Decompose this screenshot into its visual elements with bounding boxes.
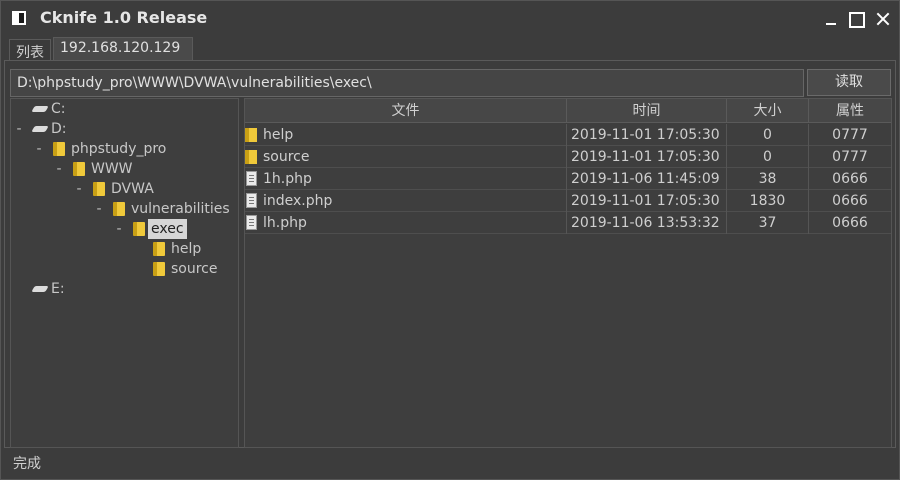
- tree-item-exec[interactable]: - exec: [11, 219, 238, 239]
- tab-list[interactable]: 列表: [9, 39, 51, 61]
- tab-host[interactable]: 192.168.120.129: [53, 37, 193, 61]
- tree-item-dvwa[interactable]: - DVWA: [11, 179, 238, 199]
- cell-name: help: [245, 124, 567, 146]
- tree-item-label: vulnerabilities: [131, 201, 230, 217]
- folder-icon: [153, 262, 165, 276]
- table-row[interactable]: help 2019-11-01 17:05:30 0 0777: [245, 124, 891, 146]
- file-name: source: [263, 149, 310, 165]
- app-icon: [12, 11, 26, 25]
- minimize-button[interactable]: [821, 9, 841, 29]
- cell-name: source: [245, 146, 567, 168]
- drive-icon: [31, 106, 49, 112]
- tree-item-label: E:: [51, 281, 65, 297]
- table-header: 文件 时间 大小 属性: [245, 99, 891, 123]
- table-row[interactable]: lh.php 2019-11-06 13:53:32 37 0666: [245, 212, 891, 234]
- file-icon: [246, 171, 257, 186]
- drive-icon: [31, 126, 49, 132]
- file-table[interactable]: 文件 时间 大小 属性 help 2019-11-01 17:05:30 0 0…: [244, 98, 892, 448]
- tree-item-c-drive[interactable]: C:: [11, 99, 238, 119]
- cell-attr: 0666: [832, 171, 868, 187]
- read-button[interactable]: 读取: [807, 69, 891, 96]
- folder-icon: [245, 128, 257, 142]
- maximize-button[interactable]: [845, 9, 865, 29]
- tree-item-phpstudy-pro[interactable]: - phpstudy_pro: [11, 139, 238, 159]
- cell-attr: 0666: [832, 193, 868, 209]
- cell-attr: 0777: [832, 149, 868, 165]
- cell-attr: 0777: [832, 127, 868, 143]
- tree-item-label: help: [171, 241, 202, 257]
- title-bar: Cknife 1.0 Release: [1, 1, 899, 37]
- file-name: 1h.php: [263, 171, 312, 187]
- file-icon: [246, 193, 257, 208]
- cell-name: 1h.php: [245, 168, 567, 190]
- tree-item-d-drive[interactable]: - D:: [11, 119, 238, 139]
- cell-size: 1830: [727, 190, 809, 212]
- status-bar: 完成: [1, 449, 899, 479]
- folder-icon: [133, 222, 145, 236]
- drive-icon: [31, 286, 49, 292]
- tree-item-label: C:: [51, 101, 66, 117]
- tree-item-label: D:: [51, 121, 67, 137]
- column-header-size[interactable]: 大小: [727, 99, 809, 123]
- tree-item-label: exec: [148, 219, 187, 239]
- cell-attr: 0666: [832, 215, 868, 231]
- folder-icon: [53, 142, 65, 156]
- table-row[interactable]: source 2019-11-01 17:05:30 0 0777: [245, 146, 891, 168]
- collapse-icon[interactable]: -: [55, 159, 63, 179]
- app-window: Cknife 1.0 Release 列表 192.168.120.129 读取…: [0, 0, 900, 480]
- file-name: help: [263, 127, 294, 143]
- folder-icon: [113, 202, 125, 216]
- column-header-name[interactable]: 文件: [245, 99, 567, 123]
- window-title: Cknife 1.0 Release: [40, 8, 208, 27]
- status-text: 完成: [13, 456, 41, 472]
- tree-item-label: source: [171, 261, 218, 277]
- tree-item-label: WWW: [91, 161, 133, 177]
- collapse-icon[interactable]: -: [35, 139, 43, 159]
- cell-size: 0: [727, 146, 809, 168]
- close-button[interactable]: [873, 9, 893, 29]
- tree-item-e-drive[interactable]: E:: [11, 279, 238, 299]
- column-header-time[interactable]: 时间: [567, 99, 727, 123]
- tree-item-vulnerabilities[interactable]: - vulnerabilities: [11, 199, 238, 219]
- directory-tree[interactable]: C: - D: - phpstudy_pro - WWW - DVWA - vu…: [10, 98, 239, 448]
- file-name: index.php: [263, 193, 333, 209]
- cell-time: 2019-11-01 17:05:30: [567, 124, 727, 146]
- table-row[interactable]: 1h.php 2019-11-06 11:45:09 38 0666: [245, 168, 891, 190]
- tree-item-help[interactable]: help: [11, 239, 238, 259]
- column-header-attr[interactable]: 属性: [809, 99, 891, 123]
- cell-size: 37: [727, 212, 809, 234]
- folder-icon: [73, 162, 85, 176]
- collapse-icon[interactable]: -: [75, 179, 83, 199]
- folder-icon: [93, 182, 105, 196]
- cell-time: 2019-11-01 17:05:30: [567, 146, 727, 168]
- tree-item-label: phpstudy_pro: [71, 141, 167, 157]
- table-row[interactable]: index.php 2019-11-01 17:05:30 1830 0666: [245, 190, 891, 212]
- cell-name: lh.php: [245, 212, 567, 234]
- tree-item-source[interactable]: source: [11, 259, 238, 279]
- tab-bar: 列表 192.168.120.129: [1, 37, 899, 61]
- collapse-icon[interactable]: -: [115, 219, 123, 239]
- tree-item-www[interactable]: - WWW: [11, 159, 238, 179]
- folder-icon: [153, 242, 165, 256]
- cell-size: 0: [727, 124, 809, 146]
- cell-time: 2019-11-01 17:05:30: [567, 190, 727, 212]
- cell-time: 2019-11-06 13:53:32: [567, 212, 727, 234]
- folder-icon: [245, 150, 257, 164]
- file-icon: [246, 215, 257, 230]
- cell-name: index.php: [245, 190, 567, 212]
- path-input[interactable]: [10, 69, 804, 97]
- file-name: lh.php: [263, 215, 307, 231]
- tree-item-label: DVWA: [111, 181, 154, 197]
- cell-size: 38: [727, 168, 809, 190]
- cell-time: 2019-11-06 11:45:09: [567, 168, 727, 190]
- collapse-icon[interactable]: -: [15, 119, 23, 139]
- collapse-icon[interactable]: -: [95, 199, 103, 219]
